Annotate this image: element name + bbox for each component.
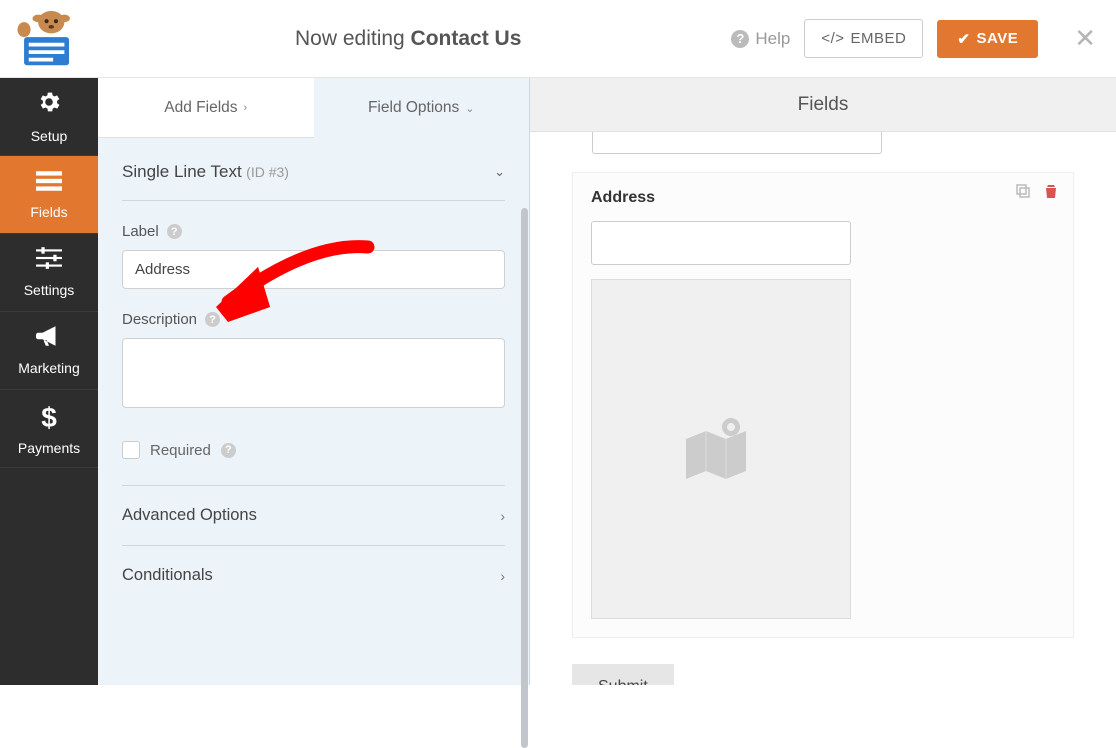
title-prefix: Now editing xyxy=(295,27,411,50)
panel-tabs: Add Fields › Field Options ⌄ xyxy=(98,78,529,138)
description-input[interactable] xyxy=(122,338,505,408)
nav-settings-label: Settings xyxy=(24,282,75,298)
required-checkbox[interactable] xyxy=(122,441,140,459)
advanced-label: Advanced Options xyxy=(122,506,257,525)
code-icon: </> xyxy=(821,30,844,47)
help-icon[interactable]: ? xyxy=(221,443,236,458)
scrollbar-thumb[interactable] xyxy=(521,208,528,748)
submit-button[interactable]: Submit xyxy=(572,664,674,685)
save-label: SAVE xyxy=(976,30,1018,47)
gear-icon xyxy=(36,89,62,122)
chevron-down-icon: ⌄ xyxy=(465,102,474,115)
panel-inner: Single Line Text (ID #3) ⌄ Label ? Descr… xyxy=(98,138,529,685)
fields-header: Fields xyxy=(530,78,1116,132)
description-label: Description ? xyxy=(122,311,505,328)
fields-header-label: Fields xyxy=(798,94,849,116)
dollar-icon: $ xyxy=(41,402,57,434)
map-pin-icon xyxy=(676,409,766,489)
duplicate-icon[interactable] xyxy=(1015,183,1031,199)
label-row: Label ? xyxy=(122,223,505,289)
field-id-tag: (ID #3) xyxy=(246,164,289,180)
top-actions: ? Help </> EMBED ✔ SAVE ✕ xyxy=(731,19,1096,58)
trash-icon[interactable] xyxy=(1043,183,1059,199)
tab-field-options[interactable]: Field Options ⌄ xyxy=(314,78,530,138)
help-icon: ? xyxy=(731,30,749,48)
nav-setup-label: Setup xyxy=(31,128,68,144)
field-type-name: Single Line Text xyxy=(122,162,242,181)
chevron-right-icon: › xyxy=(244,102,248,114)
label-label: Label ? xyxy=(122,223,505,240)
description-row: Description ? xyxy=(122,311,505,413)
conditionals-label: Conditionals xyxy=(122,566,213,585)
address-title: Address xyxy=(591,189,1055,207)
left-nav: Setup Fields Settings Marketing $ Paymen… xyxy=(0,78,98,685)
previous-field-input[interactable] xyxy=(592,132,882,154)
help-icon[interactable]: ? xyxy=(167,224,182,239)
options-panel: Add Fields › Field Options ⌄ Single Line… xyxy=(98,78,530,685)
description-text: Description xyxy=(122,311,197,328)
save-button[interactable]: ✔ SAVE xyxy=(937,20,1038,58)
page-title: Now editing Contact Us xyxy=(85,27,731,51)
tab-add-label: Add Fields xyxy=(164,99,237,117)
chevron-down-icon: ⌄ xyxy=(494,164,505,180)
help-icon[interactable]: ? xyxy=(205,312,220,327)
tab-add-fields[interactable]: Add Fields › xyxy=(98,78,314,138)
nav-marketing[interactable]: Marketing xyxy=(0,312,98,390)
help-label: Help xyxy=(755,29,790,49)
bullhorn-icon xyxy=(36,325,62,354)
check-icon: ✔ xyxy=(957,30,970,48)
preview-area: Address Submit xyxy=(530,132,1116,685)
nav-settings[interactable]: Settings xyxy=(0,234,98,312)
nav-payments[interactable]: $ Payments xyxy=(0,390,98,468)
address-input[interactable] xyxy=(591,221,851,265)
scrollbar-track xyxy=(521,78,528,685)
nav-payments-label: Payments xyxy=(18,440,80,456)
help-link[interactable]: ? Help xyxy=(731,29,790,49)
nav-fields-label: Fields xyxy=(30,204,67,220)
nav-marketing-label: Marketing xyxy=(18,360,79,376)
field-heading[interactable]: Single Line Text (ID #3) ⌄ xyxy=(122,138,505,201)
top-bar: Now editing Contact Us ? Help </> EMBED … xyxy=(0,0,1116,78)
embed-button[interactable]: </> EMBED xyxy=(804,19,923,58)
address-field-block[interactable]: Address xyxy=(572,172,1074,638)
list-icon xyxy=(36,170,62,198)
map-placeholder xyxy=(591,279,851,619)
nav-setup[interactable]: Setup xyxy=(0,78,98,156)
right-panel: Fields Address xyxy=(530,78,1116,685)
embed-label: EMBED xyxy=(851,30,907,47)
conditionals-row[interactable]: Conditionals › xyxy=(122,545,505,605)
wpforms-logo xyxy=(10,9,85,69)
body: Setup Fields Settings Marketing $ Paymen… xyxy=(0,78,1116,685)
chevron-right-icon: › xyxy=(500,508,505,524)
label-input[interactable] xyxy=(122,250,505,289)
required-row: Required ? xyxy=(122,441,505,485)
advanced-options-row[interactable]: Advanced Options › xyxy=(122,485,505,545)
field-actions xyxy=(1015,183,1059,199)
chevron-right-icon: › xyxy=(500,568,505,584)
tab-options-label: Field Options xyxy=(368,99,459,117)
label-text: Label xyxy=(122,223,159,240)
submit-label: Submit xyxy=(598,678,648,685)
required-label: Required xyxy=(150,442,211,459)
sliders-icon xyxy=(36,247,62,276)
title-bold: Contact Us xyxy=(411,27,522,50)
nav-fields[interactable]: Fields xyxy=(0,156,98,234)
close-icon[interactable]: ✕ xyxy=(1074,23,1096,54)
